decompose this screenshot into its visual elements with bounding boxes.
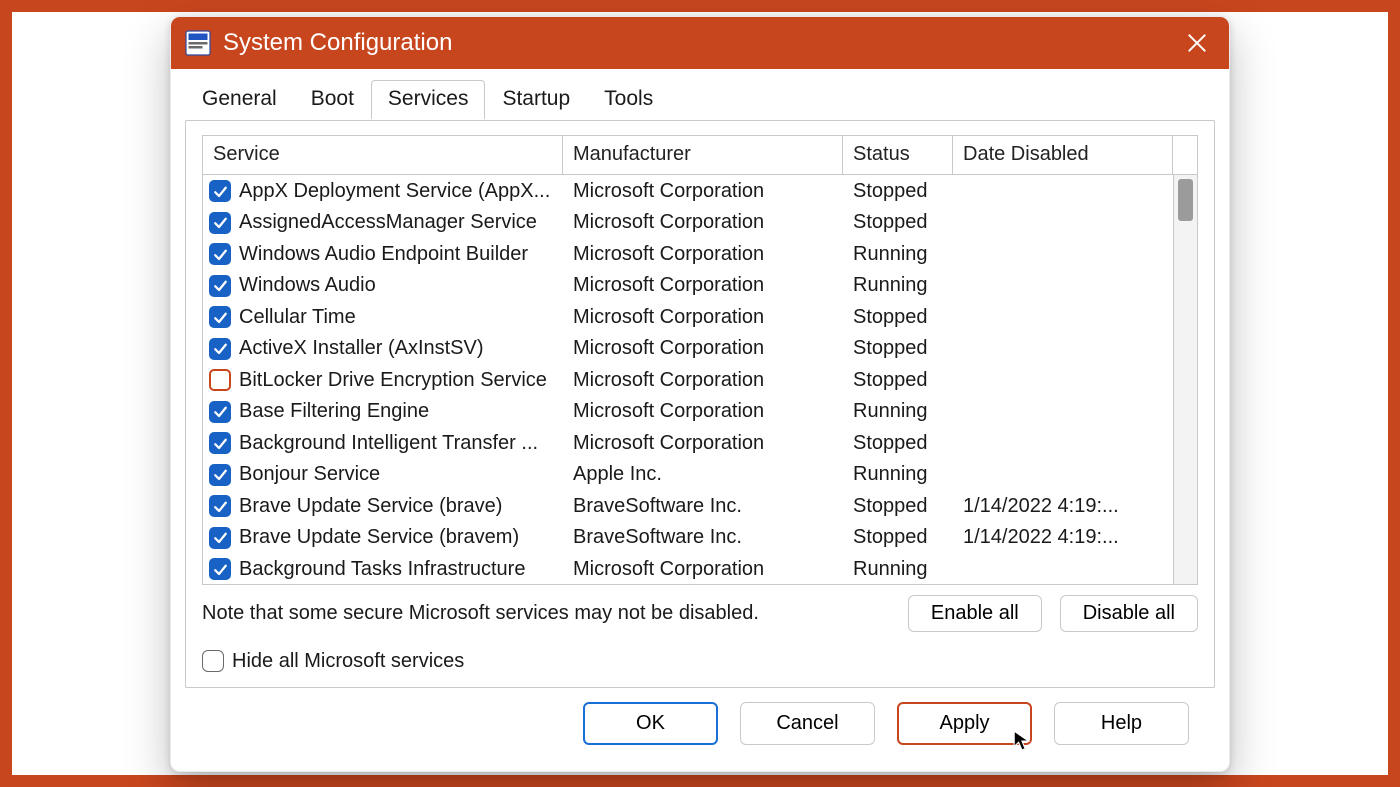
scrollbar-thumb[interactable] [1178, 179, 1193, 221]
services-list: Service Manufacturer Status Date Disable… [202, 135, 1198, 585]
service-manufacturer: BraveSoftware Inc. [563, 526, 843, 549]
service-manufacturer: Microsoft Corporation [563, 274, 843, 297]
service-date-disabled: 1/14/2022 4:19:... [953, 495, 1173, 518]
service-status: Running [843, 274, 953, 297]
service-status: Stopped [843, 432, 953, 455]
service-name: Windows Audio [239, 274, 376, 297]
service-manufacturer: Microsoft Corporation [563, 400, 843, 423]
service-status: Running [843, 463, 953, 486]
service-checkbox[interactable] [209, 243, 231, 265]
service-status: Stopped [843, 526, 953, 549]
service-name: BitLocker Drive Encryption Service [239, 369, 547, 392]
services-list-header: Service Manufacturer Status Date Disable… [203, 136, 1197, 176]
hide-microsoft-checkbox[interactable] [202, 650, 224, 672]
service-checkbox[interactable] [209, 527, 231, 549]
service-manufacturer: Microsoft Corporation [563, 432, 843, 455]
service-row[interactable]: Brave Update Service (brave) BraveSoftwar… [203, 490, 1197, 522]
service-manufacturer: Microsoft Corporation [563, 306, 843, 329]
service-row[interactable]: AssignedAccessManager Service Microsoft C… [203, 207, 1197, 239]
service-checkbox[interactable] [209, 338, 231, 360]
service-manufacturer: Microsoft Corporation [563, 180, 843, 203]
tab-general[interactable]: General [185, 80, 294, 119]
service-name: Brave Update Service (bravem) [239, 526, 519, 549]
service-row[interactable]: AppX Deployment Service (AppX... Microsof… [203, 175, 1197, 207]
tab-tools[interactable]: Tools [587, 80, 670, 119]
service-name: ActiveX Installer (AxInstSV) [239, 337, 484, 360]
service-name: Windows Audio Endpoint Builder [239, 243, 528, 266]
service-checkbox[interactable] [209, 369, 231, 391]
service-row[interactable]: Windows Audio Endpoint Builder Microsoft … [203, 238, 1197, 270]
service-name: Background Tasks Infrastructure [239, 558, 525, 581]
secure-services-note: Note that some secure Microsoft services… [202, 602, 890, 625]
service-manufacturer: Microsoft Corporation [563, 337, 843, 360]
column-service[interactable]: Service [203, 136, 563, 175]
service-manufacturer: Microsoft Corporation [563, 243, 843, 266]
column-spacer [1173, 136, 1197, 175]
service-status: Stopped [843, 211, 953, 234]
dialog-footer: OK Cancel Apply Help [185, 688, 1215, 753]
service-row[interactable]: Brave Update Service (bravem) BraveSoftwa… [203, 522, 1197, 554]
service-status: Running [843, 558, 953, 581]
apply-button[interactable]: Apply [897, 702, 1032, 745]
service-status: Stopped [843, 495, 953, 518]
msconfig-icon [185, 30, 211, 56]
help-button[interactable]: Help [1054, 702, 1189, 745]
titlebar: System Configuration [171, 17, 1229, 69]
column-date-disabled[interactable]: Date Disabled [953, 136, 1173, 175]
service-checkbox[interactable] [209, 180, 231, 202]
column-status[interactable]: Status [843, 136, 953, 175]
service-checkbox[interactable] [209, 275, 231, 297]
ok-button[interactable]: OK [583, 702, 718, 745]
service-checkbox[interactable] [209, 558, 231, 580]
window-title: System Configuration [223, 29, 1171, 57]
service-checkbox[interactable] [209, 401, 231, 423]
service-name: Brave Update Service (brave) [239, 495, 502, 518]
service-row[interactable]: Base Filtering Engine Microsoft Corporati… [203, 396, 1197, 428]
hide-microsoft-label: Hide all Microsoft services [232, 650, 464, 673]
service-name: AppX Deployment Service (AppX... [239, 180, 550, 203]
service-name: Cellular Time [239, 306, 356, 329]
scrollbar[interactable] [1173, 175, 1197, 583]
service-status: Running [843, 400, 953, 423]
service-row[interactable]: Background Tasks Infrastructure Microsoft… [203, 553, 1197, 583]
service-row[interactable]: Bonjour Service Apple Inc.Running [203, 459, 1197, 491]
service-checkbox[interactable] [209, 432, 231, 454]
service-name: AssignedAccessManager Service [239, 211, 537, 234]
tabstrip: GeneralBootServicesStartupTools [185, 79, 1215, 118]
service-row[interactable]: ActiveX Installer (AxInstSV) Microsoft Co… [203, 333, 1197, 365]
service-checkbox[interactable] [209, 464, 231, 486]
service-status: Stopped [843, 180, 953, 203]
service-date-disabled: 1/14/2022 4:19:... [953, 526, 1173, 549]
service-checkbox[interactable] [209, 212, 231, 234]
system-configuration-dialog: System Configuration GeneralBootServices… [170, 16, 1230, 772]
tab-startup[interactable]: Startup [485, 80, 587, 119]
service-status: Stopped [843, 369, 953, 392]
enable-all-button[interactable]: Enable all [908, 595, 1042, 632]
service-status: Running [843, 243, 953, 266]
service-manufacturer: BraveSoftware Inc. [563, 495, 843, 518]
service-row[interactable]: Background Intelligent Transfer ... Micro… [203, 427, 1197, 459]
service-row[interactable]: Cellular Time Microsoft CorporationStoppe… [203, 301, 1197, 333]
service-checkbox[interactable] [209, 306, 231, 328]
service-row[interactable]: Windows Audio Microsoft CorporationRunnin… [203, 270, 1197, 302]
service-manufacturer: Microsoft Corporation [563, 211, 843, 234]
service-manufacturer: Microsoft Corporation [563, 558, 843, 581]
tab-services[interactable]: Services [371, 80, 486, 119]
tab-boot[interactable]: Boot [294, 80, 371, 119]
disable-all-button[interactable]: Disable all [1060, 595, 1198, 632]
cancel-button[interactable]: Cancel [740, 702, 875, 745]
service-name: Background Intelligent Transfer ... [239, 432, 538, 455]
service-status: Stopped [843, 306, 953, 329]
service-name: Bonjour Service [239, 463, 380, 486]
service-name: Base Filtering Engine [239, 400, 429, 423]
close-button[interactable] [1183, 29, 1211, 57]
service-manufacturer: Apple Inc. [563, 463, 843, 486]
service-status: Stopped [843, 337, 953, 360]
service-checkbox[interactable] [209, 495, 231, 517]
service-manufacturer: Microsoft Corporation [563, 369, 843, 392]
column-manufacturer[interactable]: Manufacturer [563, 136, 843, 175]
services-panel: Service Manufacturer Status Date Disable… [185, 120, 1215, 688]
service-row[interactable]: BitLocker Drive Encryption Service Micros… [203, 364, 1197, 396]
